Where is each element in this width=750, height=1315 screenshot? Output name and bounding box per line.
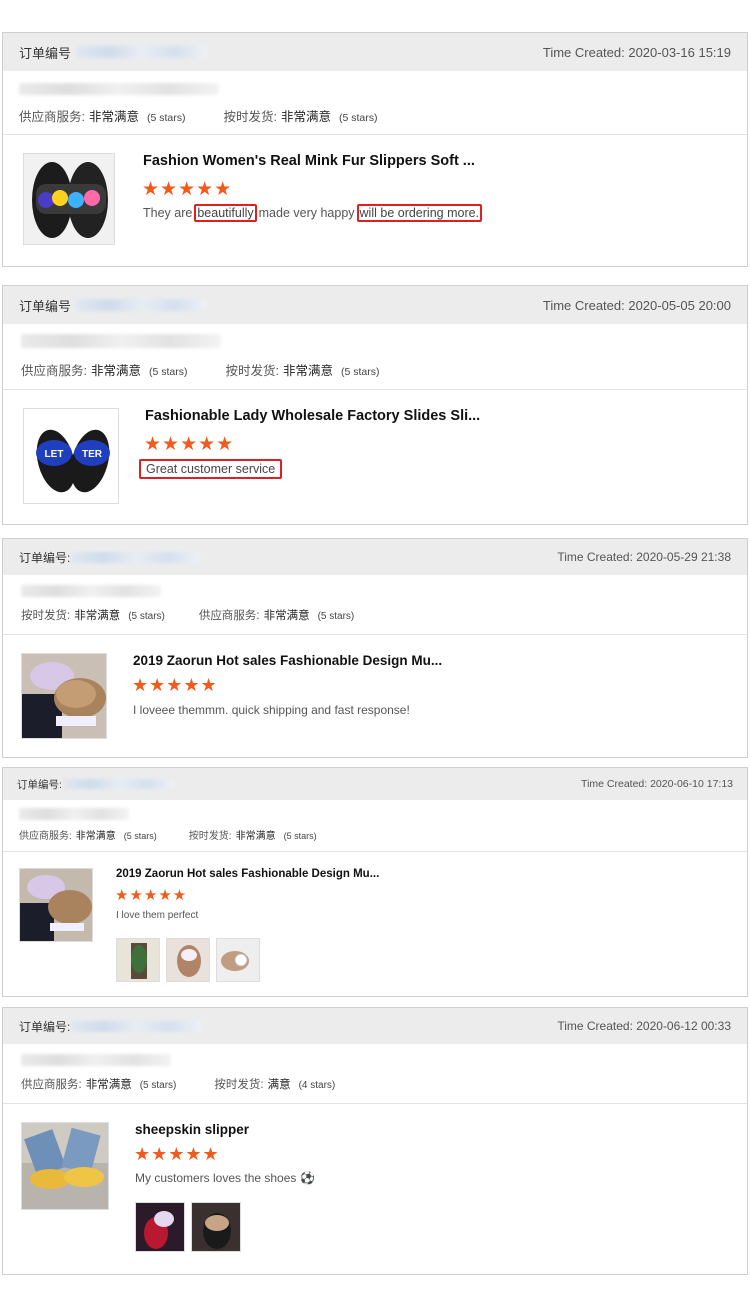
- redacted-text: [19, 808, 129, 820]
- review-card: 订单编号: Time Created: 2020-06-10 17:13 供应商…: [2, 767, 748, 997]
- rating-section: 供应商服务: 非常满意 (5 stars) 按时发货: 非常满意 (5 star…: [3, 800, 747, 852]
- redacted-text: [21, 585, 161, 597]
- order-number: 订单编号: [19, 43, 208, 62]
- rating-section: 供应商服务: 非常满意 (5 stars) 按时发货: 非常满意 (5 star…: [3, 71, 747, 135]
- product-thumbnail[interactable]: [21, 653, 107, 739]
- rating-section: 供应商服务: 非常满意 (5 stars) 按时发货: 满意 (4 stars): [3, 1044, 747, 1104]
- soccer-ball-icon: ⚽: [300, 1171, 316, 1185]
- product-row: LET TER Fashionable Lady Wholesale Facto…: [3, 390, 747, 524]
- order-number: 订单编号:: [19, 549, 201, 566]
- redacted-text: [21, 334, 221, 348]
- slipper-image: [22, 654, 106, 738]
- product-row: 2019 Zaorun Hot sales Fashionable Design…: [3, 852, 747, 996]
- order-number-redacted: [77, 299, 208, 311]
- rating-shipping: 按时发货: 非常满意 (5 stars): [225, 364, 380, 378]
- product-row: Fashion Women's Real Mink Fur Slippers S…: [3, 135, 747, 266]
- highlight-box: Great customer service: [139, 459, 283, 479]
- star-rating: ★★★★★: [134, 1144, 220, 1164]
- highlight-box: will be ordering more.: [356, 204, 483, 222]
- product-thumbnail[interactable]: LET TER: [23, 408, 119, 504]
- star-rating: ★★★★★: [144, 434, 235, 455]
- review-comment: I loveee themmm. quick shipping and fast…: [133, 703, 410, 717]
- rating-supplier: 供应商服务: 非常满意 (5 stars): [21, 1079, 177, 1091]
- ratings-row: 按时发货: 非常满意 (5 stars) 供应商服务: 非常满意 (5 star…: [21, 607, 354, 623]
- rating-supplier: 供应商服务: 非常满意 (5 stars): [19, 831, 157, 842]
- product-title[interactable]: 2019 Zaorun Hot sales Fashionable Design…: [133, 653, 442, 668]
- card-header: 订单编号: Time Created: 2020-06-10 17:13: [3, 768, 747, 800]
- product-title[interactable]: 2019 Zaorun Hot sales Fashionable Design…: [116, 868, 379, 880]
- order-number: 订单编号:: [17, 777, 174, 792]
- ratings-row: 供应商服务: 非常满意 (5 stars) 按时发货: 非常满意 (5 star…: [19, 827, 317, 842]
- order-number: 订单编号: [19, 296, 208, 315]
- thumb-text: LET: [45, 449, 64, 460]
- rating-supplier: 供应商服务: 非常满意 (5 stars): [198, 610, 355, 622]
- card-header: 订单编号 Time Created: 2020-05-05 20:00: [3, 286, 747, 324]
- product-row: 2019 Zaorun Hot sales Fashionable Design…: [3, 635, 747, 757]
- redacted-text: [19, 83, 219, 95]
- star-rating: ★★★★★: [142, 179, 233, 200]
- star-rating: ★★★★★: [132, 675, 218, 695]
- order-number: 订单编号:: [19, 1018, 203, 1035]
- time-created: Time Created: 2020-05-29 21:38: [557, 550, 731, 564]
- rating-shipping: 按时发货: 非常满意 (5 stars): [223, 110, 378, 124]
- order-number-redacted: [63, 779, 174, 789]
- review-photo[interactable]: [135, 1202, 185, 1252]
- rating-shipping: 按时发货: 非常满意 (5 stars): [21, 610, 165, 622]
- review-card: 订单编号 Time Created: 2020-03-16 15:19 供应商服…: [2, 32, 748, 267]
- review-photo[interactable]: [191, 1202, 241, 1252]
- review-card: 订单编号: Time Created: 2020-05-29 21:38 按时发…: [2, 538, 748, 758]
- ratings-row: 供应商服务: 非常满意 (5 stars) 按时发货: 非常满意 (5 star…: [19, 106, 378, 125]
- slipper-image: [24, 154, 114, 244]
- order-number-redacted: [77, 46, 208, 58]
- star-rating: ★★★★★: [115, 887, 188, 904]
- product-title[interactable]: Fashionable Lady Wholesale Factory Slide…: [145, 408, 480, 424]
- highlight-box: beautifully: [194, 204, 257, 222]
- time-created: Time Created: 2020-06-10 17:13: [581, 778, 733, 790]
- card-header: 订单编号: Time Created: 2020-06-12 00:33: [3, 1008, 747, 1044]
- review-photos: [116, 938, 260, 982]
- review-photo[interactable]: [216, 938, 260, 982]
- order-number-label: 订单编号: [19, 45, 72, 61]
- card-header: 订单编号: Time Created: 2020-05-29 21:38: [3, 539, 747, 575]
- rating-shipping: 按时发货: 非常满意 (5 stars): [188, 831, 317, 842]
- time-created: Time Created: 2020-03-16 15:19: [542, 44, 731, 60]
- rating-section: 按时发货: 非常满意 (5 stars) 供应商服务: 非常满意 (5 star…: [3, 575, 747, 635]
- review-photo[interactable]: [116, 938, 160, 982]
- order-number-redacted: [72, 1020, 203, 1032]
- product-thumbnail[interactable]: [21, 1122, 109, 1210]
- time-created: Time Created: 2020-06-12 00:33: [557, 1019, 731, 1033]
- card-header: 订单编号 Time Created: 2020-03-16 15:19: [3, 33, 747, 71]
- redacted-text: [21, 1054, 171, 1066]
- slipper-image: [22, 1123, 108, 1209]
- ratings-row: 供应商服务: 非常满意 (5 stars) 按时发货: 满意 (4 stars): [21, 1076, 335, 1092]
- review-comment: My customers loves the shoes ⚽: [135, 1171, 316, 1185]
- rating-supplier: 供应商服务: 非常满意 (5 stars): [19, 110, 186, 124]
- review-comment: They are beautifully made very happy wil…: [143, 204, 483, 222]
- rating-supplier: 供应商服务: 非常满意 (5 stars): [21, 364, 188, 378]
- ratings-row: 供应商服务: 非常满意 (5 stars) 按时发货: 非常满意 (5 star…: [21, 360, 380, 379]
- time-created: Time Created: 2020-05-05 20:00: [542, 297, 731, 313]
- review-photo[interactable]: [166, 938, 210, 982]
- product-thumbnail[interactable]: [23, 153, 115, 245]
- review-comment: Great customer service: [139, 459, 283, 479]
- product-thumbnail[interactable]: [19, 868, 93, 942]
- review-card: 订单编号 Time Created: 2020-05-05 20:00 供应商服…: [2, 285, 748, 525]
- review-comment: I love them perfect: [116, 910, 199, 921]
- review-photos: [135, 1202, 241, 1252]
- rating-section: 供应商服务: 非常满意 (5 stars) 按时发货: 非常满意 (5 star…: [3, 324, 747, 390]
- rating-shipping: 按时发货: 满意 (4 stars): [214, 1079, 336, 1091]
- product-row: sheepskin slipper ★★★★★ My customers lov…: [3, 1104, 747, 1274]
- order-number-redacted: [72, 551, 201, 563]
- slipper-image: LET TER: [24, 409, 118, 503]
- review-card: 订单编号: Time Created: 2020-06-12 00:33 供应商…: [2, 1007, 748, 1275]
- product-title[interactable]: Fashion Women's Real Mink Fur Slippers S…: [143, 153, 475, 169]
- slipper-image: [20, 869, 92, 941]
- thumb-text: TER: [82, 449, 103, 460]
- product-title[interactable]: sheepskin slipper: [135, 1122, 249, 1137]
